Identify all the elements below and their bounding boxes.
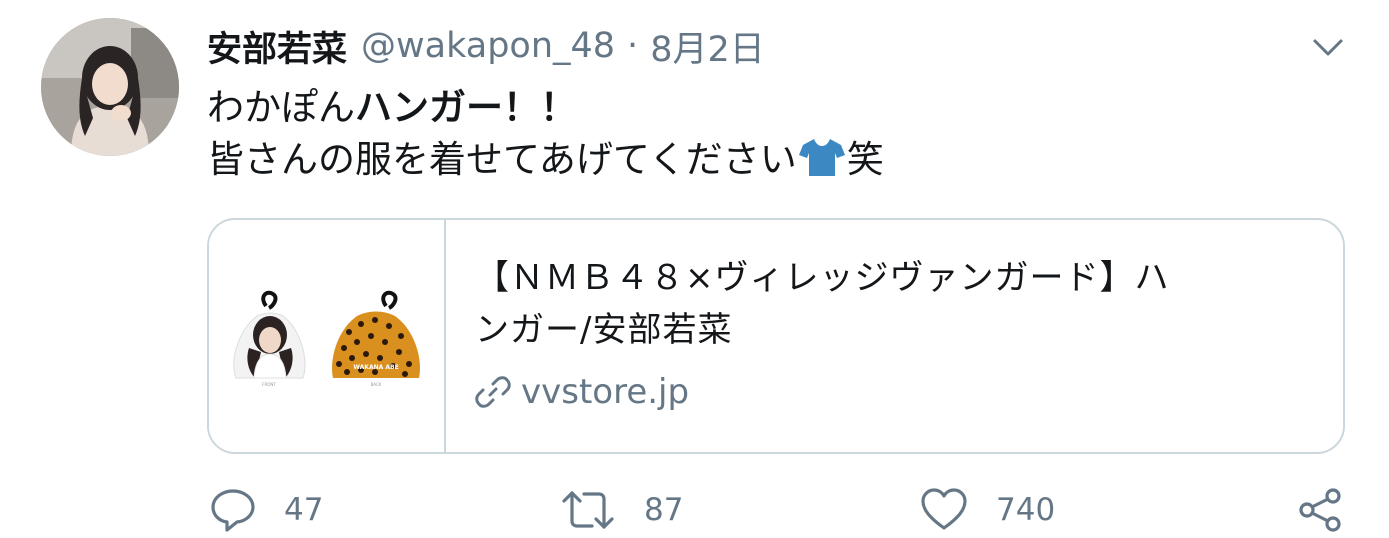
separator-dot: · <box>627 26 639 66</box>
link-card[interactable]: FRONT WAKANA ABE BACK 【ＮＭＢ４８×ヴィレッジヴァンガード… <box>207 218 1345 454</box>
tweet-text-laugh: 笑 <box>846 138 884 181</box>
tweet-date[interactable]: 8月2日 <box>650 21 765 72</box>
heart-icon <box>921 488 967 530</box>
card-thumbnail: FRONT WAKANA ABE BACK <box>209 220 446 452</box>
reply-icon <box>211 489 255 532</box>
svg-text:BACK: BACK <box>371 382 382 387</box>
share-button[interactable] <box>1297 485 1343 535</box>
tweet-header: 安部若菜 @wakapon_48 · 8月2日 <box>207 22 765 70</box>
tweet-text-bold: ハンガー！！ <box>355 86 577 129</box>
reply-count: 47 <box>284 492 324 528</box>
card-body: 【ＮＭＢ４８×ヴィレッジヴァンガード】ハ ンガー/安部若菜 vvstore.jp <box>475 252 1315 412</box>
tweet-actions: 47 87 740 <box>0 485 1389 535</box>
t-shirt-emoji-icon <box>798 139 845 176</box>
tweet-menu-button[interactable] <box>1308 28 1348 68</box>
like-button[interactable]: 740 <box>920 485 1055 535</box>
card-title-line-2: ンガー/安部若菜 <box>475 310 733 350</box>
tweet-text-plain: わかぽん <box>207 86 355 129</box>
card-domain: vvstore.jp <box>475 372 1315 412</box>
retweet-count: 87 <box>644 492 684 528</box>
like-count: 740 <box>996 492 1056 528</box>
svg-text:FRONT: FRONT <box>262 382 276 387</box>
tweet-text-line-2: 皆さんの服を着せてあげてください 笑 <box>207 134 1327 186</box>
chevron-down-icon <box>1313 39 1343 56</box>
user-handle[interactable]: @wakapon_48 <box>361 26 615 66</box>
hanger-product-image: FRONT WAKANA ABE BACK <box>233 290 420 387</box>
tweet-text: わかぽんハンガー！！ 皆さんの服を着せてあげてください 笑 <box>207 82 1327 186</box>
tweet-text-body: 皆さんの服を着せてあげてください <box>207 138 797 181</box>
card-title: 【ＮＭＢ４８×ヴィレッジヴァンガード】ハ ンガー/安部若菜 <box>475 252 1315 356</box>
reply-button[interactable]: 47 <box>210 485 323 535</box>
display-name[interactable]: 安部若菜 <box>207 21 347 72</box>
share-icon <box>1299 488 1341 532</box>
link-icon <box>475 376 511 408</box>
retweet-icon <box>562 491 614 529</box>
retweet-button[interactable]: 87 <box>560 485 683 535</box>
card-title-line-1: 【ＮＭＢ４８×ヴィレッジヴァンガード】ハ <box>475 258 1170 298</box>
tweet-text-line-1: わかぽんハンガー！！ <box>207 82 1327 134</box>
card-domain-text: vvstore.jp <box>521 372 690 412</box>
thumbnail-caption: WAKANA ABE <box>353 364 398 371</box>
avatar-photo <box>41 18 179 156</box>
avatar[interactable] <box>41 18 179 156</box>
